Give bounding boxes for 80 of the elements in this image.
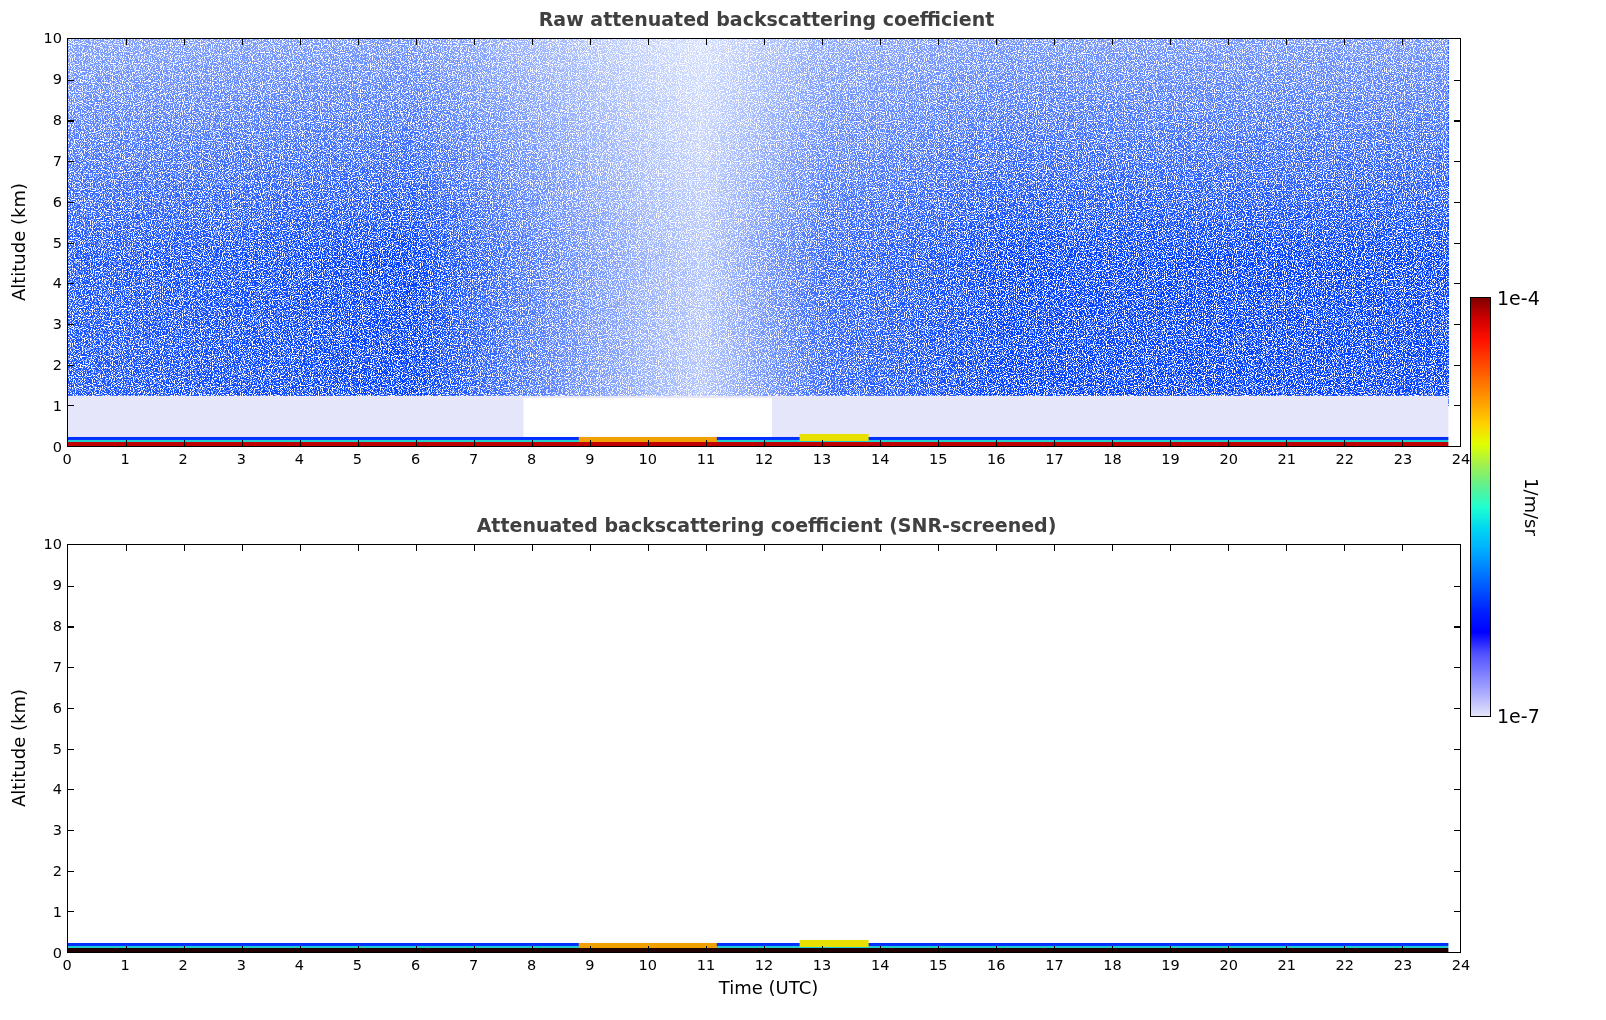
tick-label: 18 [1103, 957, 1122, 973]
tick-label: 5 [52, 740, 62, 757]
tick-label: 6 [52, 193, 62, 210]
tick-label: 10 [43, 536, 62, 552]
tick-label: 1 [52, 398, 62, 415]
tick-label: 9 [52, 70, 62, 87]
tick-label: 9 [585, 957, 595, 973]
tick-label: 13 [812, 957, 832, 973]
tick-label: 6 [52, 699, 62, 716]
tick-label: 5 [352, 451, 362, 467]
tick-label: 10 [638, 451, 658, 467]
colorbar-label: 1e-7 [1497, 705, 1541, 727]
tick-label: 4 [52, 275, 62, 292]
tick-label: 3 [236, 957, 246, 973]
tick-label: 16 [987, 957, 1006, 973]
tick-label: 12 [754, 451, 774, 467]
tick-label: 0 [52, 439, 62, 455]
tick-label: 16 [987, 451, 1006, 467]
colorbar-label: 1/m/sr [1521, 478, 1542, 536]
tick-label: 21 [1277, 451, 1296, 467]
tick-label: 7 [468, 957, 479, 973]
tick-label: 5 [352, 957, 362, 973]
axis-label: Altitude (km) [7, 689, 29, 808]
tick-label: 17 [1045, 451, 1064, 467]
tick-label: 22 [1335, 451, 1355, 467]
tick-label: 20 [1219, 957, 1238, 973]
tick-label: 7 [468, 451, 479, 467]
tick-label: 1 [52, 904, 62, 921]
tick-label: 14 [870, 957, 890, 973]
tick-label: 4 [294, 451, 304, 467]
axis-label: Altitude (km) [7, 183, 29, 302]
tick-label: 2 [178, 957, 188, 973]
tick-label: 11 [696, 451, 716, 467]
tick-label: 7 [52, 152, 62, 169]
tick-label: 0 [62, 957, 72, 973]
tick-label: 3 [236, 451, 246, 467]
tick-label: 24 [1451, 957, 1471, 973]
tick-label: 24 [1451, 451, 1471, 467]
tick-label: 12 [754, 957, 774, 973]
tick-label: 22 [1335, 957, 1355, 973]
tick-label: 8 [527, 957, 537, 973]
tick-label: 8 [527, 451, 537, 467]
tick-label: 7 [52, 658, 62, 675]
tick-label: 14 [870, 451, 890, 467]
tick-label: 21 [1277, 957, 1296, 973]
chart-title: Raw attenuated backscattering coefficient [538, 8, 995, 30]
chart-title: Attenuated backscattering coefficient (SNR-screened) [476, 514, 1057, 536]
tick-label: 6 [410, 957, 421, 973]
tick-label: 15 [929, 451, 948, 467]
tick-label: 17 [1045, 957, 1064, 973]
colorbar-label: 1e-4 [1497, 287, 1541, 309]
tick-label: 5 [52, 234, 62, 251]
tick-label: 9 [52, 576, 62, 593]
tick-label: 0 [62, 451, 72, 467]
tick-label: 3 [52, 822, 62, 839]
tick-label: 4 [294, 957, 304, 973]
tick-label: 10 [638, 957, 658, 973]
tick-label: 2 [178, 451, 188, 467]
tick-label: 19 [1161, 957, 1180, 973]
tick-label: 15 [929, 957, 948, 973]
tick-label: 6 [410, 451, 421, 467]
tick-label: 2 [52, 357, 62, 374]
tick-label: 11 [696, 957, 716, 973]
tick-label: 8 [52, 617, 62, 634]
tick-label: 23 [1393, 957, 1413, 973]
tick-label: 18 [1103, 451, 1122, 467]
tick-label: 2 [52, 863, 62, 880]
tick-label: 1 [120, 957, 130, 973]
tick-label: 10 [43, 30, 62, 46]
tick-label: 9 [585, 451, 595, 467]
tick-label: 19 [1161, 451, 1180, 467]
tick-label: 1 [120, 451, 130, 467]
tick-label: 8 [52, 111, 62, 128]
tick-label: 13 [812, 451, 832, 467]
tick-label: 3 [52, 316, 62, 333]
axis-label: Time (UTC) [718, 977, 819, 998]
tick-label: 20 [1219, 451, 1238, 467]
tick-label: 0 [52, 945, 62, 961]
tick-label: 23 [1393, 451, 1413, 467]
tick-label: 4 [52, 781, 62, 798]
